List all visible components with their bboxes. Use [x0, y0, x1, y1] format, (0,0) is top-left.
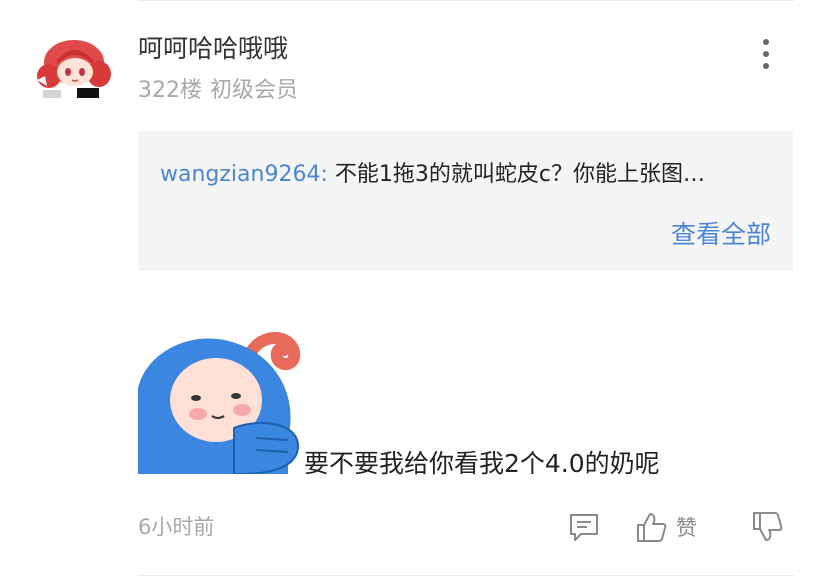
more-icon-dot — [763, 51, 769, 57]
comment-icon — [570, 514, 598, 541]
like-label: 赞 — [676, 516, 697, 540]
reply-preview-line: wangzian9264: 不能1拖3的就叫蛇皮c？你能上张图… — [160, 159, 705, 191]
view-all-link[interactable]: 查看全部 — [671, 218, 771, 252]
like-button[interactable]: 赞 — [634, 510, 697, 544]
post-meta: 322楼 初级会员 — [138, 76, 298, 106]
dislike-button[interactable] — [750, 510, 784, 544]
comment-text: 要不要我给你看我2个4.0的奶呢 — [304, 449, 660, 478]
sticker-character-icon — [138, 332, 301, 475]
member-rank: 初级会员 — [210, 78, 299, 103]
avatar[interactable] — [35, 38, 113, 100]
reply-username[interactable]: wangzian9264: — [160, 162, 328, 187]
reply-text: 不能1拖3的就叫蛇皮c？你能上张图… — [327, 162, 705, 187]
post-time: 6小时前 — [138, 515, 215, 539]
reply-button[interactable] — [567, 510, 601, 544]
more-icon-dot — [763, 63, 769, 69]
more-options-button[interactable] — [752, 34, 780, 74]
reply-preview-box[interactable]: wangzian9264: 不能1拖3的就叫蛇皮c？你能上张图… 查看全部 — [138, 131, 793, 271]
thumbs-up-icon — [637, 513, 667, 542]
floor-number: 322楼 — [138, 78, 202, 103]
sticker-image — [138, 318, 304, 475]
thumbs-down-icon — [753, 512, 783, 541]
username[interactable]: 呵呵哈哈哦哦 — [138, 32, 288, 66]
avatar-image — [35, 40, 113, 100]
top-divider — [138, 0, 794, 1]
more-icon-dot — [763, 39, 769, 45]
bottom-divider — [138, 575, 794, 576]
